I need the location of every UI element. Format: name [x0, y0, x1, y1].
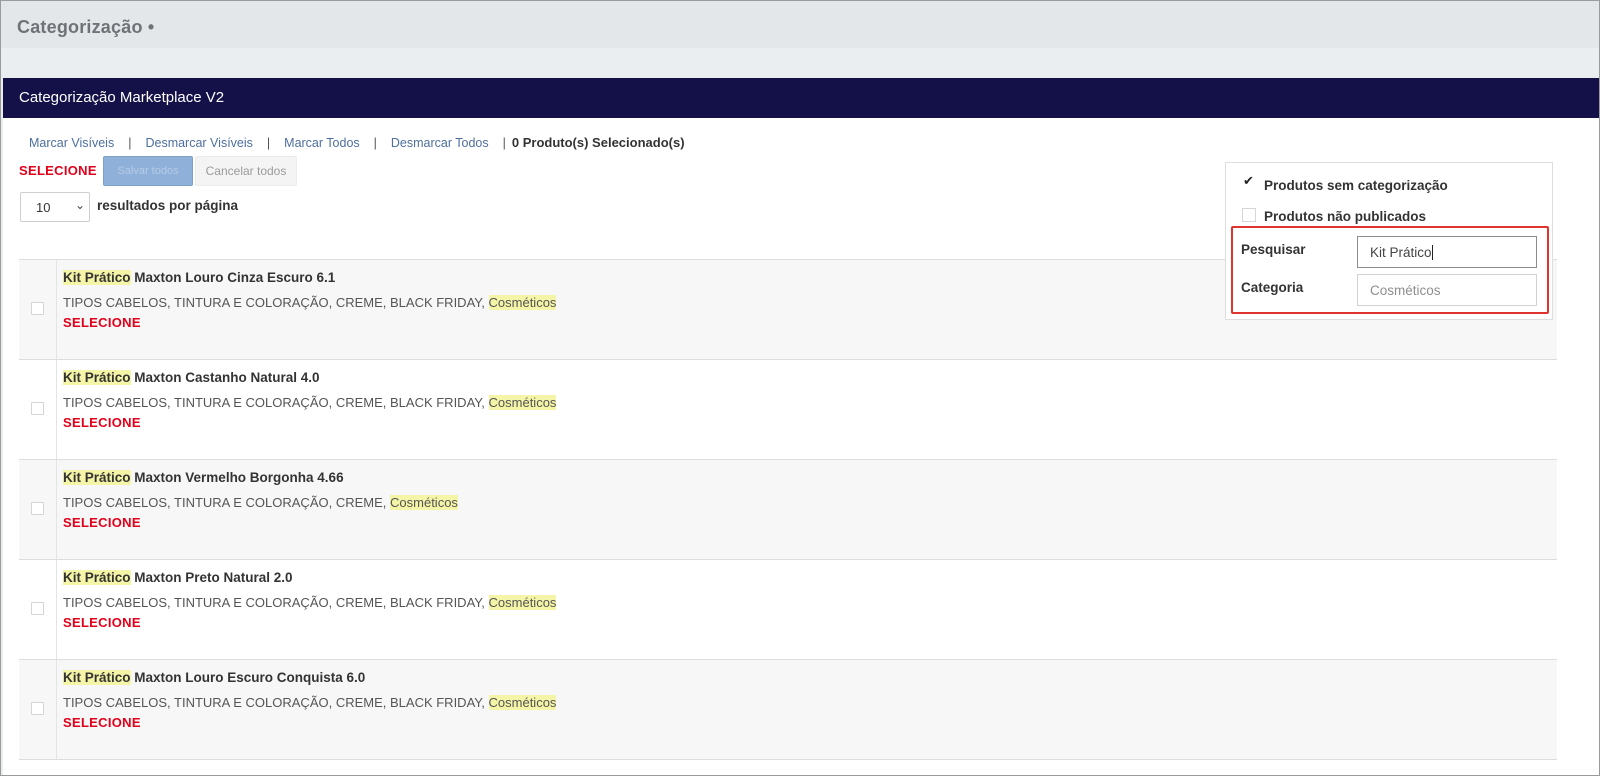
- row-checkbox[interactable]: [31, 702, 44, 715]
- per-page-select[interactable]: 10 ⌄: [20, 192, 90, 222]
- product-title: Maxton Preto Natural 2.0: [134, 570, 293, 585]
- category-label: Categoria: [1241, 280, 1304, 295]
- filter-no-category[interactable]: ✔ Produtos sem categorização: [1242, 173, 1448, 193]
- page-title: Categorização •: [17, 17, 155, 37]
- product-name: Kit Prático Maxton Louro Cinza Escuro 6.…: [63, 270, 335, 285]
- search-highlight: Kit Prático: [63, 270, 131, 285]
- filter-no-category-label: Produtos sem categorização: [1264, 178, 1448, 193]
- category-highlight: Cosméticos: [488, 695, 557, 710]
- category-highlight: Cosméticos: [390, 495, 458, 510]
- separator: |: [373, 136, 377, 150]
- product-select-link[interactable]: SELECIONE: [63, 715, 141, 730]
- search-highlight: Kit Prático: [63, 370, 131, 385]
- category-path: TIPOS CABELOS, TINTURA E COLORAÇÃO, CREM…: [63, 595, 485, 610]
- category-highlight: Cosméticos: [488, 395, 557, 410]
- product-categories: TIPOS CABELOS, TINTURA E COLORAÇÃO, CREM…: [63, 695, 557, 710]
- category-input-placeholder: Cosméticos: [1370, 283, 1441, 298]
- mark-visible-link[interactable]: Marcar Visíveis: [29, 136, 114, 150]
- filter-unpublished[interactable]: Produtos não publicados: [1242, 208, 1426, 224]
- category-path: TIPOS CABELOS, TINTURA E COLORAÇÃO, CREM…: [63, 295, 485, 310]
- product-select-link[interactable]: SELECIONE: [63, 315, 141, 330]
- row-checkbox-cell: [19, 460, 57, 559]
- panel-header: Categorização Marketplace V2: [3, 78, 1599, 118]
- app-window: Categorização • Categorização Marketplac…: [0, 0, 1600, 776]
- product-title: Maxton Castanho Natural 4.0: [134, 370, 320, 385]
- category-path: TIPOS CABELOS, TINTURA E COLORAÇÃO, CREM…: [63, 395, 485, 410]
- search-label: Pesquisar: [1241, 242, 1306, 257]
- product-row: Kit Prático Maxton Louro Escuro Conquist…: [19, 659, 1557, 760]
- product-row: Kit Prático Maxton Vermelho Borgonha 4.6…: [19, 459, 1557, 559]
- category-highlight: Cosméticos: [488, 295, 557, 310]
- separator: |: [128, 136, 132, 150]
- row-checkbox[interactable]: [31, 602, 44, 615]
- text-caret: [1431, 245, 1433, 260]
- selected-count: 0 Produto(s) Selecionado(s): [511, 135, 685, 150]
- mark-all-link[interactable]: Marcar Todos: [284, 136, 360, 150]
- unmark-visible-link[interactable]: Desmarcar Visíveis: [145, 136, 252, 150]
- page-header: Categorização •: [1, 1, 1599, 48]
- product-title: Maxton Louro Escuro Conquista 6.0: [134, 670, 366, 685]
- per-page-label: resultados por página: [97, 198, 239, 213]
- panel-title: Categorização Marketplace V2: [19, 89, 225, 106]
- search-highlight: Kit Prático: [63, 470, 131, 485]
- chevron-down-icon: ⌄: [74, 198, 85, 212]
- product-name: Kit Prático Maxton Louro Escuro Conquist…: [63, 670, 365, 685]
- search-input[interactable]: Kit Prático: [1357, 236, 1537, 268]
- product-list: Kit Prático Maxton Louro Cinza Escuro 6.…: [19, 259, 1557, 760]
- row-checkbox-cell: [19, 360, 57, 459]
- product-select-link[interactable]: SELECIONE: [63, 615, 141, 630]
- product-categories: TIPOS CABELOS, TINTURA E COLORAÇÃO, CREM…: [63, 595, 557, 610]
- category-path: TIPOS CABELOS, TINTURA E COLORAÇÃO, CREM…: [63, 695, 485, 710]
- selection-links: Marcar Visíveis | Desmarcar Visíveis | Marca…: [29, 135, 685, 150]
- product-row: Kit Prático Maxton Preto Natural 2.0 TIP…: [19, 559, 1557, 659]
- panel-body: Marcar Visíveis | Desmarcar Visíveis | Marca…: [3, 118, 1599, 775]
- bulk-select-label: SELECIONE: [19, 163, 97, 178]
- category-highlight: Cosméticos: [488, 595, 557, 610]
- separator: |: [266, 136, 271, 150]
- product-row: Kit Prático Maxton Castanho Natural 4.0 …: [19, 359, 1557, 459]
- product-categories: TIPOS CABELOS, TINTURA E COLORAÇÃO, CREM…: [63, 295, 557, 310]
- product-categories: TIPOS CABELOS, TINTURA E COLORAÇÃO, CREM…: [63, 395, 557, 410]
- row-checkbox[interactable]: [31, 502, 44, 515]
- search-input-value: Kit Prático: [1370, 245, 1432, 260]
- row-checkbox[interactable]: [31, 302, 44, 315]
- separator: |: [502, 136, 506, 150]
- checkbox-checked[interactable]: ✔: [1242, 173, 1256, 191]
- per-page-value: 10: [36, 200, 51, 215]
- product-title: Maxton Louro Cinza Escuro 6.1: [134, 270, 336, 285]
- product-title: Maxton Vermelho Borgonha 4.66: [134, 470, 344, 485]
- product-select-link[interactable]: SELECIONE: [63, 515, 141, 530]
- category-input[interactable]: Cosméticos: [1357, 274, 1537, 306]
- row-checkbox-cell: [19, 560, 57, 659]
- product-select-link[interactable]: SELECIONE: [63, 415, 141, 430]
- product-name: Kit Prático Maxton Castanho Natural 4.0: [63, 370, 320, 385]
- row-checkbox-cell: [19, 260, 57, 359]
- cancel-all-button[interactable]: Cancelar todos: [195, 156, 297, 186]
- checkmark-icon: ✔: [1243, 173, 1254, 188]
- filter-unpublished-label: Produtos não publicados: [1264, 209, 1427, 224]
- save-all-button[interactable]: Salvar todos: [103, 156, 193, 186]
- unmark-all-link[interactable]: Desmarcar Todos: [391, 136, 489, 150]
- product-name: Kit Prático Maxton Vermelho Borgonha 4.6…: [63, 470, 344, 485]
- search-highlight: Kit Prático: [63, 570, 131, 585]
- row-checkbox[interactable]: [31, 402, 44, 415]
- search-highlight: Kit Prático: [63, 670, 131, 685]
- checkbox-unchecked[interactable]: [1242, 208, 1256, 222]
- category-path: TIPOS CABELOS, TINTURA E COLORAÇÃO, CREM…: [63, 495, 387, 510]
- product-name: Kit Prático Maxton Preto Natural 2.0: [63, 570, 293, 585]
- product-categories: TIPOS CABELOS, TINTURA E COLORAÇÃO, CREM…: [63, 495, 458, 510]
- row-checkbox-cell: [19, 660, 57, 759]
